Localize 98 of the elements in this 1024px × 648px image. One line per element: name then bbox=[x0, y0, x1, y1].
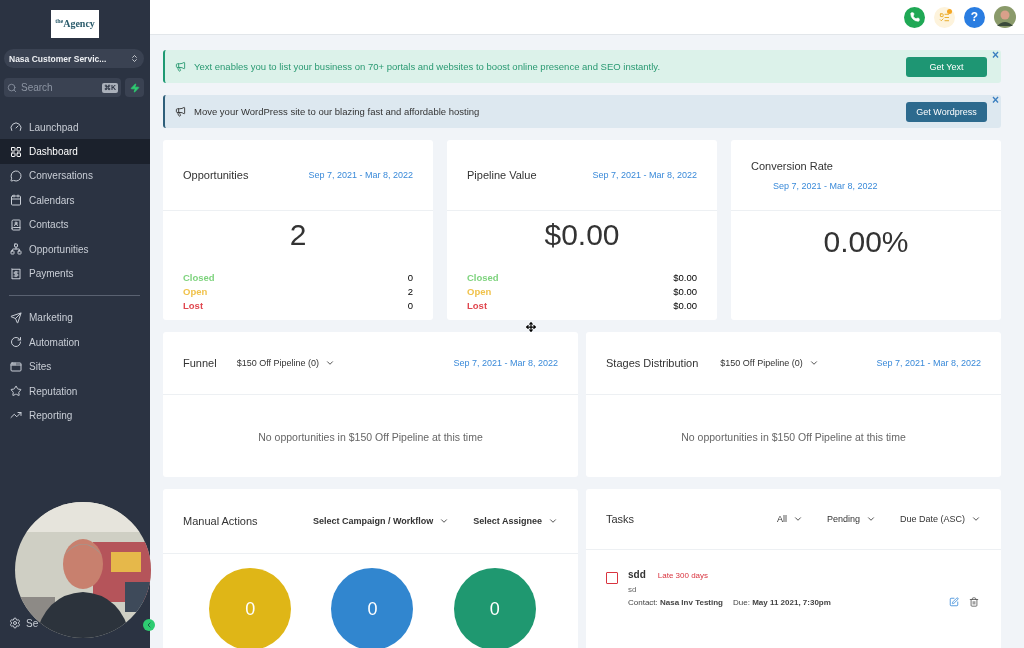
settings-icon bbox=[9, 617, 21, 629]
status-value: 2 bbox=[407, 285, 413, 297]
status-label: Open bbox=[467, 285, 492, 297]
counter-circle: 0 bbox=[331, 568, 414, 648]
nav-item[interactable]: Dashboard bbox=[0, 139, 150, 164]
date-range[interactable]: Sep 7, 2021 - Mar 8, 2022 bbox=[773, 180, 878, 191]
filter-dropdown[interactable]: Pending bbox=[826, 514, 876, 524]
phone-icon bbox=[909, 12, 920, 22]
filter-dropdown[interactable]: All bbox=[776, 514, 803, 524]
chevron-down-icon bbox=[865, 514, 876, 524]
card-title: Manual Actions bbox=[183, 515, 258, 527]
task-checkbox[interactable] bbox=[606, 572, 618, 584]
nav-item[interactable]: Automation bbox=[0, 330, 150, 355]
pipeline-dropdown[interactable]: $150 Off Pipeline (0) bbox=[236, 358, 336, 368]
date-range[interactable]: Sep 7, 2021 - Mar 8, 2022 bbox=[308, 170, 413, 180]
status-label: Closed bbox=[467, 271, 499, 283]
status-label: Closed bbox=[183, 271, 215, 283]
lightning-button[interactable] bbox=[125, 78, 144, 97]
banner-button[interactable]: Get Yext bbox=[906, 56, 987, 77]
lightning-icon bbox=[129, 82, 140, 93]
status-value: $0.00 bbox=[673, 285, 697, 297]
receipt-icon bbox=[10, 267, 22, 280]
filter-dropdown[interactable]: Select Assignee bbox=[473, 516, 558, 526]
card-title: Funnel bbox=[183, 357, 217, 369]
card-title: Tasks bbox=[606, 513, 635, 525]
banner-text: Move your WordPress site to our blazing fast and affordable hosting bbox=[194, 106, 480, 117]
grid-icon bbox=[10, 145, 22, 158]
chevron-down-icon bbox=[548, 516, 558, 526]
chevron-down-icon bbox=[971, 514, 981, 524]
date-range[interactable]: Sep 7, 2021 - Mar 8, 2022 bbox=[592, 170, 697, 180]
gauge-icon bbox=[10, 121, 22, 134]
account-switcher[interactable]: Nasa Customer Servic... bbox=[4, 49, 144, 68]
star-icon bbox=[10, 385, 22, 398]
search-icon bbox=[7, 82, 17, 93]
contact-book-icon bbox=[10, 218, 22, 231]
trash-icon[interactable] bbox=[969, 597, 979, 607]
late-status-text: Late 300 days bbox=[657, 571, 709, 580]
nav-item[interactable]: Sites bbox=[0, 354, 150, 379]
filter-dropdown[interactable]: Due Date (ASC) bbox=[899, 514, 981, 524]
nav-item[interactable]: Payments bbox=[0, 261, 150, 286]
banner-button[interactable]: Get Wordpress bbox=[906, 101, 987, 122]
close-button[interactable]: × bbox=[992, 48, 999, 62]
chevron-down-icon bbox=[808, 358, 819, 368]
status-label: Lost bbox=[467, 299, 488, 311]
nav-item[interactable]: Contacts bbox=[0, 212, 150, 237]
counter-circle: 0 bbox=[453, 568, 536, 648]
rotate-icon bbox=[10, 336, 22, 349]
task-contact: Contact: Nasa Inv Testing bbox=[628, 597, 723, 607]
nav-item[interactable]: Launchpad bbox=[0, 115, 150, 140]
card-title: Conversion Rate bbox=[751, 159, 833, 172]
status-value: 0 bbox=[407, 299, 413, 311]
nav-item[interactable]: Conversations bbox=[0, 163, 150, 189]
status-label: Open bbox=[183, 285, 208, 297]
chat-bubble-icon bbox=[10, 169, 22, 182]
nav-item[interactable]: Reporting bbox=[0, 403, 150, 428]
move-cursor-icon bbox=[526, 322, 536, 332]
chevron-left-icon bbox=[145, 621, 153, 629]
card-title: Opportunities bbox=[183, 169, 249, 181]
nav-item[interactable]: Marketing bbox=[0, 305, 150, 331]
stat-value: 0.00% bbox=[822, 225, 910, 259]
browser-window-icon bbox=[10, 360, 22, 373]
empty-message: No opportunities in $150 Off Pipeline at this time bbox=[257, 431, 484, 443]
status-label: Lost bbox=[183, 299, 204, 311]
task-description: sd bbox=[628, 585, 638, 594]
status-value: 0 bbox=[407, 271, 413, 283]
help-button[interactable]: ? bbox=[964, 6, 985, 28]
chevron-down-icon bbox=[792, 514, 803, 524]
nav-item[interactable]: Opportunities bbox=[0, 236, 150, 262]
nav-item[interactable]: Reputation bbox=[0, 378, 150, 404]
filter-dropdown[interactable]: Select Campaign / Workflow bbox=[312, 516, 450, 526]
avatar[interactable] bbox=[994, 6, 1016, 28]
task-due-date: Due: May 11 2021, 7:30pm bbox=[733, 597, 831, 607]
card-title: Stages Distribution bbox=[606, 357, 699, 369]
megaphone-icon bbox=[175, 106, 186, 117]
megaphone-icon bbox=[175, 61, 186, 72]
empty-message: No opportunities in $150 Off Pipeline at this time bbox=[680, 431, 907, 443]
status-value: $0.00 bbox=[673, 271, 697, 283]
chevron-down-icon bbox=[325, 358, 336, 368]
paper-plane-icon bbox=[10, 311, 22, 324]
date-range[interactable]: Sep 7, 2021 - Mar 8, 2022 bbox=[453, 358, 558, 368]
nav-item[interactable]: Calendars bbox=[0, 188, 150, 213]
card-title: Pipeline Value bbox=[467, 169, 537, 181]
status-value: $0.00 bbox=[673, 299, 697, 311]
pipeline-dropdown[interactable]: $150 Off Pipeline (0) bbox=[720, 358, 819, 368]
settings-item[interactable]: Se bbox=[9, 617, 39, 629]
calendar-icon bbox=[10, 194, 22, 207]
task-title: sdd bbox=[628, 569, 646, 580]
stat-value: 2 bbox=[288, 218, 308, 252]
counter-circle: 0 bbox=[209, 568, 292, 648]
logo: $^{the}$Agency bbox=[51, 10, 99, 38]
phone-button[interactable] bbox=[904, 6, 925, 28]
date-range[interactable]: Sep 7, 2021 - Mar 8, 2022 bbox=[876, 358, 981, 368]
up-down-chevron-icon bbox=[130, 54, 139, 63]
network-icon bbox=[10, 243, 22, 256]
banner-text: Yext enables you to list your business on 70+ portals and websites to boost online presence and SEO instantly. bbox=[194, 61, 661, 72]
checklist-icon bbox=[939, 11, 950, 23]
chevron-down-icon bbox=[439, 516, 450, 526]
stat-value: $0.00 bbox=[543, 218, 621, 252]
